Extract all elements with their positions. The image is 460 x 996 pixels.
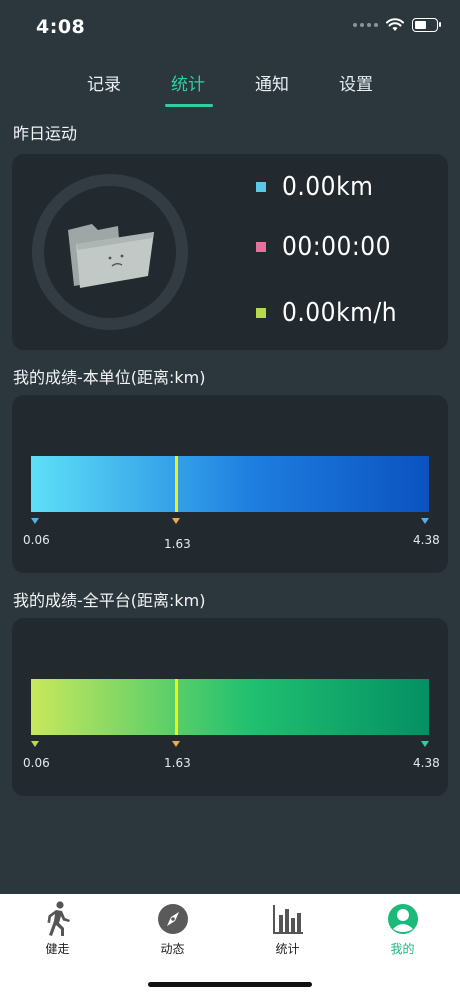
tab-notifications[interactable]: 通知: [255, 70, 289, 95]
duration-value: 00:00:00: [282, 232, 392, 262]
duration-dot: [256, 242, 266, 252]
distance-dot: [256, 182, 266, 192]
unit-score-marker: [175, 456, 178, 512]
unit-max-tick: [421, 518, 429, 524]
platform-marker-label: 1.63: [164, 756, 191, 770]
user-icon: [386, 902, 420, 936]
walker-icon: [41, 901, 75, 936]
status-time: 4:08: [36, 16, 86, 38]
status-bar: 4:08: [0, 0, 460, 56]
speed-value: 0.00km/h: [282, 298, 398, 328]
speed-dot: [256, 308, 266, 318]
unit-marker-label: 1.63: [164, 537, 191, 551]
platform-max-label: 4.38: [413, 756, 440, 770]
platform-min-label: 0.06: [23, 756, 50, 770]
unit-min-label: 0.06: [23, 533, 50, 547]
platform-score-card: 0.06 1.63 4.38: [12, 618, 448, 796]
compass-icon: [156, 902, 190, 936]
tab-records[interactable]: 记录: [87, 70, 121, 95]
bottom-nav: 健走 动态 统计 我的: [0, 894, 460, 996]
nav-stats-label: 统计: [275, 942, 300, 956]
stat-distance: 0.00km: [256, 172, 373, 202]
nav-stats[interactable]: 统计: [230, 902, 345, 957]
platform-score-bar: [31, 679, 429, 735]
platform-min-tick: [31, 741, 39, 747]
unit-min-tick: [31, 518, 39, 524]
unit-score-card: 0.06 1.63 4.38: [12, 395, 448, 573]
nav-walk[interactable]: 健走: [0, 901, 115, 957]
yesterday-card: 0.00km 00:00:00 0.00km/h: [12, 154, 448, 350]
platform-score-marker: [175, 679, 178, 735]
battery-icon: [412, 18, 441, 32]
nav-walk-label: 健走: [45, 942, 70, 956]
tab-stats[interactable]: 统计: [171, 70, 205, 95]
tab-settings[interactable]: 设置: [339, 70, 373, 95]
platform-max-tick: [421, 741, 429, 747]
unit-score-bar: [31, 456, 429, 512]
nav-me[interactable]: 我的: [345, 902, 460, 957]
home-indicator: [148, 982, 312, 987]
nav-feed-label: 动态: [160, 942, 185, 956]
status-icons: [353, 18, 441, 32]
empty-folder-icon: [68, 224, 154, 288]
wifi-icon: [386, 18, 404, 31]
distance-value: 0.00km: [282, 172, 374, 202]
stat-duration: 00:00:00: [256, 232, 391, 262]
stat-speed: 0.00km/h: [256, 298, 397, 328]
yesterday-title: 昨日运动: [13, 124, 78, 143]
unit-score-title: 我的成绩-本单位(距离:km): [13, 368, 206, 387]
nav-feed[interactable]: 动态: [115, 902, 230, 957]
platform-marker-tick: [172, 741, 180, 747]
active-tab-indicator: [165, 104, 213, 107]
nav-me-label: 我的: [390, 942, 415, 956]
platform-score-title: 我的成绩-全平台(距离:km): [13, 591, 206, 610]
unit-marker-tick: [172, 518, 180, 524]
bar-chart-icon: [271, 902, 305, 936]
unit-max-label: 4.38: [413, 533, 440, 547]
top-tabs: 记录 统计 通知 设置: [0, 62, 460, 112]
signal-icon: [353, 23, 378, 27]
